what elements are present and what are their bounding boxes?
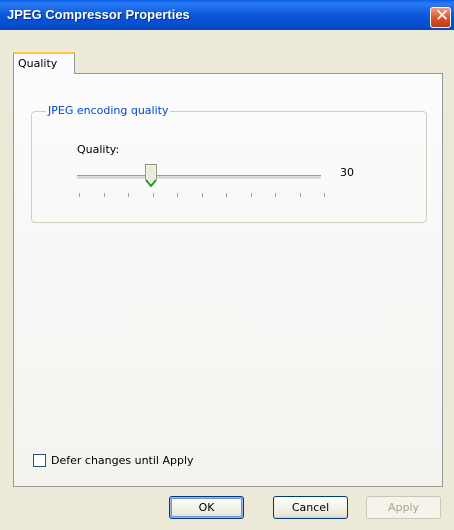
ok-button[interactable]: OK bbox=[169, 496, 244, 519]
tab-quality-label: Quality bbox=[18, 57, 58, 70]
quality-slider-track[interactable] bbox=[77, 175, 321, 180]
properties-dialog: JPEG Compressor Properties ✕ Quality JPE… bbox=[0, 0, 454, 530]
window-title: JPEG Compressor Properties bbox=[7, 7, 190, 22]
defer-changes-checkbox[interactable] bbox=[33, 454, 46, 467]
slider-tick bbox=[128, 193, 129, 197]
slider-tick bbox=[153, 193, 154, 197]
slider-tick bbox=[202, 193, 203, 197]
close-icon: ✕ bbox=[435, 6, 450, 26]
quality-value: 30 bbox=[340, 166, 354, 179]
groupbox-label: JPEG encoding quality bbox=[46, 104, 171, 117]
jpeg-quality-groupbox bbox=[31, 111, 427, 223]
slider-tick bbox=[79, 193, 80, 197]
quality-slider-thumb[interactable] bbox=[145, 164, 157, 187]
slider-tick bbox=[177, 193, 178, 197]
cancel-button[interactable]: Cancel bbox=[273, 496, 348, 519]
defer-changes-label[interactable]: Defer changes until Apply bbox=[51, 454, 194, 467]
slider-tick bbox=[275, 193, 276, 197]
tab-quality[interactable]: Quality bbox=[13, 52, 75, 74]
quality-label: Quality: bbox=[77, 143, 120, 156]
slider-tick bbox=[226, 193, 227, 197]
slider-tick bbox=[300, 193, 301, 197]
title-bar[interactable]: JPEG Compressor Properties ✕ bbox=[0, 0, 454, 30]
close-button[interactable]: ✕ bbox=[430, 6, 451, 28]
slider-tick bbox=[251, 193, 252, 197]
slider-tick bbox=[324, 193, 325, 197]
slider-tick bbox=[104, 193, 105, 197]
apply-button[interactable]: Apply bbox=[366, 496, 441, 519]
